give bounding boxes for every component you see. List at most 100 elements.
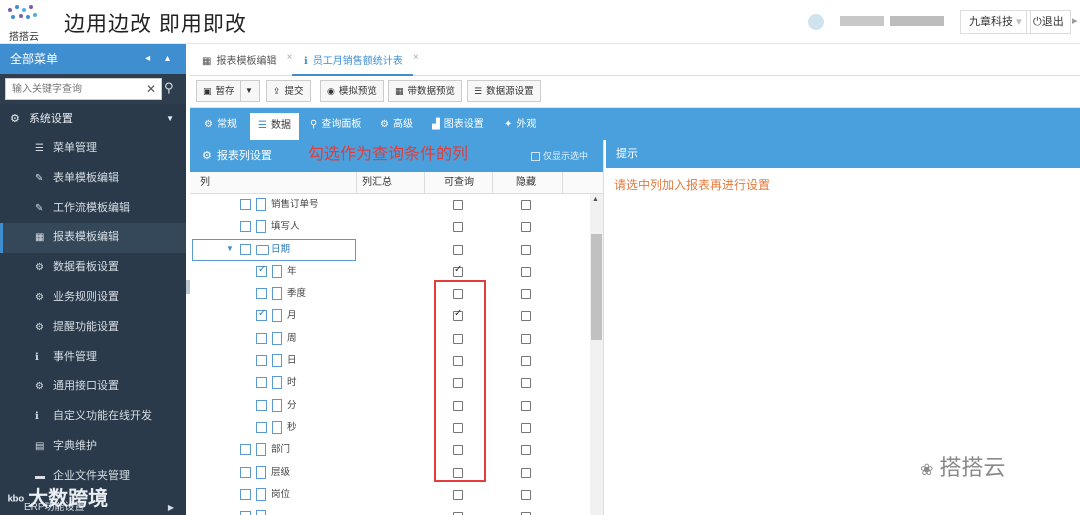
checkbox[interactable]	[240, 444, 251, 456]
column-row[interactable]: 月	[190, 305, 590, 327]
column-row[interactable]: 时	[190, 372, 590, 394]
sidebar-item-dictionary[interactable]: ▤ 字典维护	[0, 432, 186, 462]
checkbox[interactable]	[256, 421, 267, 433]
config-tabs: ⚙ 常规 ☰ 数据 ⚲ 查询面板 ⚙ 高级 ▟ 图表设置 ✦ 外观	[190, 108, 1080, 140]
hidden-checkbox[interactable]	[521, 445, 531, 456]
tab-advanced[interactable]: ⚙ 高级	[372, 112, 421, 140]
search-input[interactable]	[6, 79, 126, 99]
hidden-checkbox[interactable]	[521, 244, 531, 255]
sidebar-item-dashboard[interactable]: ⚙ 数据看板设置	[0, 253, 186, 283]
column-row[interactable]: 层级	[190, 462, 590, 484]
datasource-button[interactable]: ☰ 数据源设置	[467, 80, 541, 102]
app-logo[interactable]: 搭搭云	[4, 4, 40, 43]
query-checkbox[interactable]	[453, 244, 463, 255]
user-info[interactable]	[808, 10, 956, 32]
tab-sales-report[interactable]: ℹ 员工月销售额统计表 ×	[292, 50, 419, 76]
sidebar-item-business-rules[interactable]: ⚙ 业务规则设置	[0, 283, 186, 313]
query-checkbox[interactable]	[453, 264, 463, 277]
caret-down-icon[interactable]: ▼	[226, 244, 234, 253]
checkbox[interactable]	[256, 288, 267, 300]
checkbox[interactable]	[256, 332, 267, 344]
save-draft-button[interactable]: ▣ 暂存	[196, 80, 242, 102]
column-row[interactable]: ▼ 日期	[190, 238, 590, 261]
tab-data[interactable]: ☰ 数据	[250, 113, 299, 140]
query-checkbox[interactable]	[453, 222, 463, 233]
checkbox[interactable]	[240, 466, 251, 478]
more-icon[interactable]: ▸	[1072, 14, 1080, 30]
clear-icon[interactable]: ✕	[146, 82, 156, 96]
logout-button[interactable]: ⏻退出	[1026, 10, 1071, 34]
hidden-checkbox[interactable]	[521, 289, 531, 300]
eye-icon: ◉	[327, 86, 335, 96]
column-row[interactable]: 年	[190, 261, 590, 283]
checkbox[interactable]	[240, 488, 251, 500]
checkbox[interactable]	[256, 355, 267, 367]
sidebar-item-interfaces[interactable]: ⚙ 通用接口设置	[0, 372, 186, 402]
hidden-checkbox[interactable]	[521, 200, 531, 210]
hidden-checkbox[interactable]	[521, 333, 531, 344]
sidebar-item-report-template[interactable]: ▦ 报表模板编辑	[0, 223, 186, 254]
sidebar-item-menu-manage[interactable]: ☰ 菜单管理	[0, 134, 186, 164]
column-row[interactable]: 日	[190, 350, 590, 372]
hidden-checkbox[interactable]	[521, 356, 531, 367]
company-selector[interactable]: 九章科技 ▾	[960, 10, 1031, 34]
tab-appearance[interactable]: ✦ 外观	[496, 112, 544, 140]
tab-report-template[interactable]: ▦ 报表模板编辑 ×	[190, 50, 292, 76]
dict-icon: ▤	[35, 440, 45, 452]
close-icon[interactable]: ×	[413, 46, 419, 70]
column-row[interactable]: 分	[190, 395, 590, 417]
column-row[interactable]: 销售订单号	[190, 194, 590, 216]
vertical-scrollbar[interactable]: ▲	[590, 194, 603, 515]
sidebar-item-events[interactable]: ℹ 事件管理	[0, 343, 186, 373]
checkbox[interactable]	[256, 308, 267, 322]
hidden-checkbox[interactable]	[521, 266, 531, 277]
hidden-checkbox[interactable]	[521, 422, 531, 433]
save-dropdown-button[interactable]: ▼	[240, 80, 260, 102]
header-divider	[356, 172, 357, 194]
scroll-up-icon[interactable]: ▲	[592, 196, 599, 203]
scroll-thumb[interactable]	[591, 234, 602, 340]
column-row[interactable]: 周	[190, 328, 590, 350]
checkbox[interactable]	[240, 243, 251, 255]
only-selected-toggle[interactable]: 仅显示选中	[531, 140, 588, 172]
column-row[interactable]: 季度	[190, 283, 590, 305]
checkbox[interactable]	[256, 377, 267, 389]
checkbox[interactable]	[240, 511, 251, 515]
sidebar-item-reminders[interactable]: ⚙ 提醒功能设置	[0, 313, 186, 343]
hidden-checkbox[interactable]	[521, 222, 531, 233]
checkbox[interactable]	[531, 152, 540, 162]
hidden-checkbox[interactable]	[521, 378, 531, 389]
column-row[interactable]: 部门	[190, 439, 590, 461]
column-row[interactable]: 岗位	[190, 484, 590, 506]
column-row[interactable]: 秒	[190, 417, 590, 439]
hidden-checkbox[interactable]	[521, 311, 531, 322]
checkbox[interactable]	[240, 221, 251, 233]
folder-icon	[256, 244, 269, 255]
sidebar-toggle-icons[interactable]: ◂ ▴	[145, 44, 176, 74]
checkbox[interactable]	[240, 199, 251, 210]
column-row[interactable]: 填写人	[190, 216, 590, 238]
sidebar-item-form-template[interactable]: ✎ 表单模板编辑	[0, 164, 186, 194]
tab-query-panel[interactable]: ⚲ 查询面板	[302, 112, 369, 140]
sidebar-item-workflow-template[interactable]: ✎ 工作流模板编辑	[0, 194, 186, 224]
data-preview-button[interactable]: ▦ 带数据预览	[388, 80, 463, 102]
hidden-checkbox[interactable]	[521, 489, 531, 500]
tab-general[interactable]: ⚙ 常规	[196, 112, 245, 140]
file-icon	[256, 510, 266, 515]
submit-button[interactable]: ⇪ 提交	[266, 80, 311, 102]
checkbox[interactable]	[256, 399, 267, 411]
file-icon	[272, 287, 282, 301]
hidden-checkbox[interactable]	[521, 467, 531, 478]
tab-chart-settings[interactable]: ▟ 图表设置	[424, 112, 492, 140]
sidebar-item-custom-dev[interactable]: ℹ 自定义功能在线开发	[0, 402, 186, 432]
hidden-checkbox[interactable]	[521, 400, 531, 411]
query-checkbox[interactable]	[453, 200, 463, 210]
column-row[interactable]	[190, 506, 590, 515]
search-icon[interactable]: ⚲	[164, 80, 182, 98]
preview-button[interactable]: ◉ 模拟预览	[320, 80, 384, 102]
table-icon: ▦	[202, 56, 212, 67]
checkbox[interactable]	[256, 264, 267, 277]
sidebar-group-system-settings[interactable]: ⚙ 系统设置 ▼	[0, 104, 186, 134]
power-icon: ⏻	[1033, 16, 1042, 28]
query-checkbox[interactable]	[453, 489, 463, 500]
